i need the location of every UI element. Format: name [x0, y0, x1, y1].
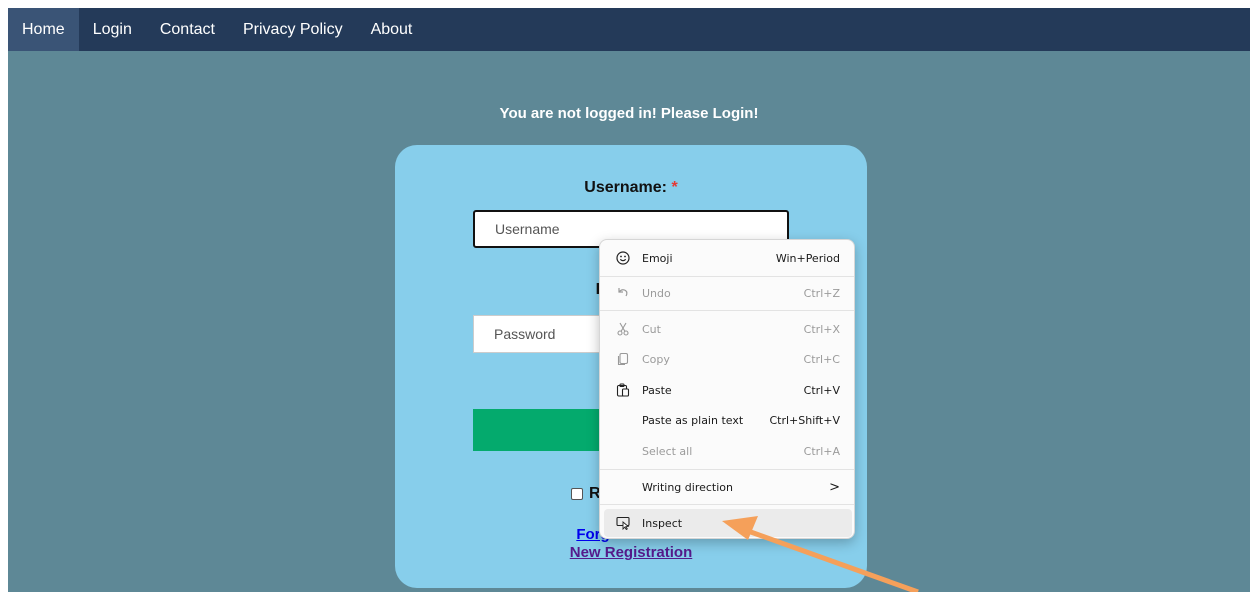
paste-icon — [610, 383, 636, 397]
menu-item-label: Inspect — [642, 516, 683, 530]
login-notice: You are not logged in! Please Login! — [499, 105, 759, 122]
menu-item-select-all[interactable]: Select all Ctrl+A — [604, 437, 852, 465]
nav-about[interactable]: About — [357, 8, 427, 51]
menu-item-emoji[interactable]: Emoji Win+Period — [604, 244, 852, 272]
menu-item-undo[interactable]: Undo Ctrl+Z — [604, 279, 852, 307]
emoji-icon — [610, 251, 636, 265]
menu-item-label: Writing direction — [642, 480, 733, 494]
menu-item-shortcut: Ctrl+Z — [803, 286, 840, 300]
menu-item-shortcut: Ctrl+C — [803, 352, 840, 366]
menu-item-label: Select all — [642, 444, 693, 458]
required-mark: * — [671, 179, 678, 196]
menu-item-label: Emoji — [642, 251, 673, 265]
menu-item-shortcut: Ctrl+A — [803, 444, 840, 458]
new-registration-link[interactable]: New Registration — [395, 544, 867, 561]
menu-item-shortcut: Ctrl+X — [803, 322, 840, 336]
nav-login[interactable]: Login — [79, 8, 146, 51]
inspect-icon — [610, 516, 636, 530]
copy-icon — [610, 352, 636, 366]
menu-item-paste[interactable]: Paste Ctrl+V — [604, 376, 852, 404]
remember-me[interactable]: R — [571, 485, 601, 503]
nav-home[interactable]: Home — [8, 8, 79, 51]
context-menu: Emoji Win+Period Undo Ctrl+Z Cut Ctrl+X … — [599, 239, 855, 539]
menu-item-writing-direction[interactable]: Writing direction > — [604, 473, 852, 501]
menu-item-label: Cut — [642, 322, 661, 336]
menu-item-label: Paste — [642, 383, 672, 397]
menu-item-shortcut: Ctrl+V — [803, 383, 840, 397]
menu-item-paste-plain[interactable]: Paste as plain text Ctrl+Shift+V — [604, 406, 852, 434]
menu-item-shortcut: Ctrl+Shift+V — [769, 413, 840, 427]
username-label: Username: * — [395, 179, 867, 197]
nav-privacy-policy[interactable]: Privacy Policy — [229, 8, 357, 51]
chevron-right-icon: > — [829, 479, 840, 495]
menu-item-label: Copy — [642, 352, 670, 366]
menu-item-copy[interactable]: Copy Ctrl+C — [604, 345, 852, 373]
username-label-text: Username: — [584, 179, 667, 196]
menu-item-label: Undo — [642, 286, 671, 300]
nav-contact[interactable]: Contact — [146, 8, 229, 51]
menu-item-shortcut: Win+Period — [775, 251, 840, 265]
undo-icon — [610, 286, 636, 300]
menu-item-cut[interactable]: Cut Ctrl+X — [604, 315, 852, 343]
cut-icon — [610, 322, 636, 336]
remember-checkbox[interactable] — [571, 488, 583, 500]
top-nav: Home Login Contact Privacy Policy About — [8, 8, 1250, 51]
menu-item-inspect[interactable]: Inspect — [604, 509, 852, 537]
menu-item-label: Paste as plain text — [642, 413, 744, 427]
